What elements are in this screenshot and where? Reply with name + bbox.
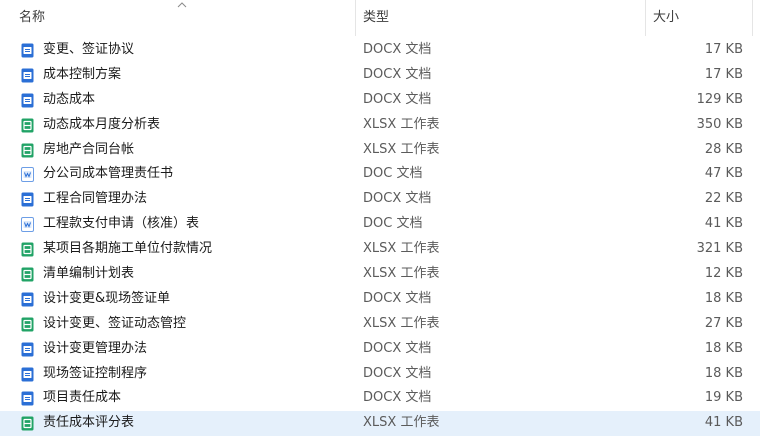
file-name: 项目责任成本 [43,390,122,406]
file-name: 动态成本 [43,91,96,107]
file-row[interactable]: 项目责任成本 DOCX 文档 19 KB [0,386,760,411]
file-type: XLSX 工作表 [363,141,440,157]
excel-sheet-icon [21,143,34,158]
file-size: 47 KB [704,166,743,182]
file-size: 18 KB [704,365,743,381]
file-type: DOCX 文档 [363,290,432,306]
word-doc-legacy-icon [21,167,34,183]
file-type: DOC 文档 [363,216,423,232]
file-row[interactable]: 成本控制方案 DOCX 文档 17 KB [0,63,760,88]
file-size: 41 KB [704,415,743,431]
file-name: 设计变更管理办法 [43,340,148,356]
word-doc-legacy-icon [21,217,34,233]
column-header-size-label: 大小 [653,10,680,25]
word-doc-icon [21,68,34,83]
file-type: DOCX 文档 [363,365,432,381]
excel-sheet-icon [21,118,34,133]
file-name: 成本控制方案 [43,66,122,82]
file-type: DOCX 文档 [363,66,432,82]
file-size: 22 KB [704,191,743,207]
file-name: 设计变更、签证动态管控 [43,315,187,331]
file-row[interactable]: 工程款支付申请（核准）表 DOC 文档 41 KB [0,212,760,237]
word-doc-icon [21,342,34,357]
file-size: 17 KB [704,42,743,57]
file-size: 27 KB [704,315,743,331]
file-row[interactable]: 动态成本 DOCX 文档 129 KB [0,88,760,113]
file-size: 350 KB [696,116,743,132]
file-type: XLSX 工作表 [363,241,440,257]
file-type: DOCX 文档 [363,340,432,356]
column-header-bar: 名称 类型 大小 [0,0,760,36]
file-row[interactable]: 变更、签证协议 DOCX 文档 17 KB [0,38,760,63]
excel-sheet-icon [21,242,34,257]
file-size: 129 KB [696,91,743,107]
file-row[interactable]: 设计变更&现场签证单 DOCX 文档 18 KB [0,287,760,312]
column-header-type-label: 类型 [363,10,390,25]
file-name: 设计变更&现场签证单 [43,290,171,306]
excel-sheet-icon [21,416,34,431]
file-name: 房地产合同台帐 [43,141,135,157]
file-type: DOCX 文档 [363,191,432,207]
file-type: XLSX 工作表 [363,315,440,331]
file-row[interactable]: 动态成本月度分析表 XLSX 工作表 350 KB [0,113,760,138]
file-size: 28 KB [704,141,743,157]
file-type: XLSX 工作表 [363,266,440,282]
file-size: 18 KB [704,340,743,356]
file-type: XLSX 工作表 [363,415,440,431]
file-size: 12 KB [704,266,743,282]
word-doc-icon [21,93,34,108]
word-doc-icon [21,192,34,207]
file-name: 动态成本月度分析表 [43,116,161,132]
file-type: DOCX 文档 [363,42,432,57]
file-name: 分公司成本管理责任书 [43,166,174,182]
file-size: 17 KB [704,66,743,82]
file-name: 清单编制计划表 [43,266,135,282]
word-doc-icon [21,292,34,307]
file-type: XLSX 工作表 [363,116,440,132]
column-header-size[interactable]: 大小 [645,0,752,36]
file-name: 现场签证控制程序 [43,365,148,381]
file-name: 某项目各期施工单位付款情况 [43,241,213,257]
file-size: 321 KB [696,241,743,257]
excel-sheet-icon [21,317,34,332]
file-size: 18 KB [704,290,743,306]
file-name: 工程合同管理办法 [43,191,148,207]
file-name: 工程款支付申请（核准）表 [43,216,200,232]
file-list: 变更、签证协议 DOCX 文档 17 KB 成本控制方案 DOCX 文档 17 KB 动态成… [0,38,760,437]
file-type: DOC 文档 [363,166,423,182]
file-row[interactable]: 设计变更管理办法 DOCX 文档 18 KB [0,337,760,362]
word-doc-icon [21,367,34,382]
file-row[interactable]: 责任成本评分表 XLSX 工作表 41 KB [0,411,760,437]
file-row[interactable]: 工程合同管理办法 DOCX 文档 22 KB [0,187,760,212]
file-row[interactable]: 分公司成本管理责任书 DOC 文档 47 KB [0,162,760,187]
file-row[interactable]: 清单编制计划表 XLSX 工作表 12 KB [0,262,760,287]
file-type: DOCX 文档 [363,91,432,107]
file-row[interactable]: 现场签证控制程序 DOCX 文档 18 KB [0,362,760,387]
file-name: 变更、签证协议 [43,42,135,57]
file-row[interactable]: 房地产合同台帐 XLSX 工作表 28 KB [0,138,760,163]
word-doc-icon [21,391,34,406]
column-header-name-label: 名称 [19,10,46,25]
file-row[interactable]: 某项目各期施工单位付款情况 XLSX 工作表 321 KB [0,237,760,262]
column-header-type[interactable]: 类型 [355,0,645,36]
file-row[interactable]: 设计变更、签证动态管控 XLSX 工作表 27 KB [0,312,760,337]
sort-ascending-icon [177,2,187,8]
column-separator[interactable] [752,0,753,36]
file-size: 41 KB [704,216,743,232]
file-size: 19 KB [704,390,743,406]
file-name: 责任成本评分表 [43,415,135,431]
file-type: DOCX 文档 [363,390,432,406]
excel-sheet-icon [21,267,34,282]
word-doc-icon [21,43,34,58]
